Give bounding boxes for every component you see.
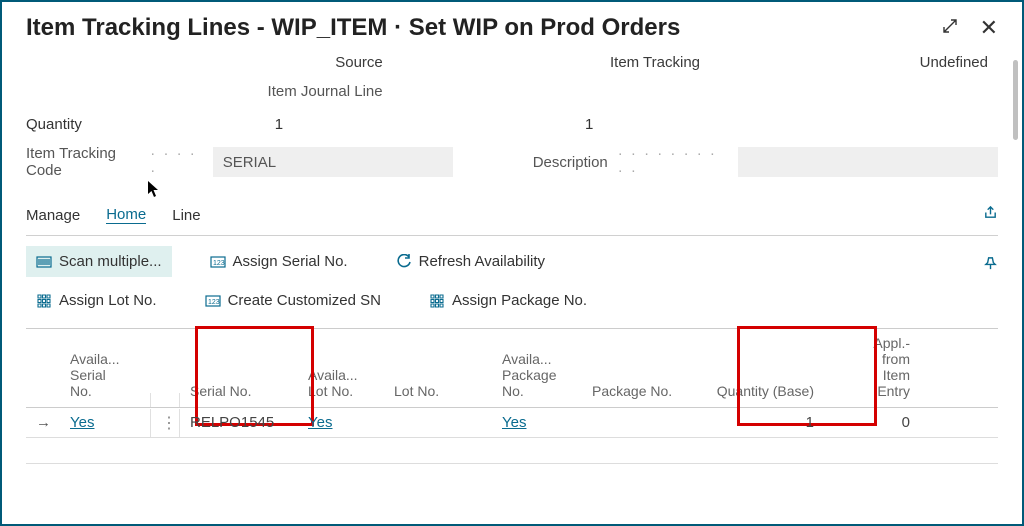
source-quantity: 1 <box>146 116 412 133</box>
refresh-icon <box>396 254 412 270</box>
tab-home[interactable]: Home <box>106 206 146 224</box>
create-customized-sn-label: Create Customized SN <box>228 292 381 309</box>
share-icon[interactable] <box>983 205 998 225</box>
row-menu-icon[interactable]: ⋮ <box>150 409 180 437</box>
page-title: Item Tracking Lines - WIP_ITEM · Set WIP… <box>26 14 680 42</box>
col-header-avail-pkg[interactable]: Availa... Package No. <box>492 345 582 407</box>
col-header-avail-lot[interactable]: Availa... Lot No. <box>298 361 384 407</box>
col-header-quantity-base[interactable]: Quantity (Base) <box>702 377 838 407</box>
assign-package-label: Assign Package No. <box>452 292 587 309</box>
cell-lot-no[interactable] <box>384 419 492 427</box>
scan-multiple-label: Scan multiple... <box>59 253 162 270</box>
cell-quantity-base[interactable]: 1 <box>702 410 838 435</box>
table-row[interactable]: → Yes ⋮ RELPO1545 Yes Yes 1 0 <box>26 408 998 438</box>
avail-pkg-link[interactable]: Yes <box>502 414 526 431</box>
description-field[interactable] <box>738 147 998 177</box>
avail-serial-link[interactable]: Yes <box>70 414 94 431</box>
tab-line[interactable]: Line <box>172 207 200 224</box>
table-row-empty[interactable] <box>26 438 998 464</box>
description-label: Description <box>533 154 608 171</box>
svg-text:123: 123 <box>213 260 225 267</box>
item-tracking-code-label: Item Tracking Code <box>26 145 140 179</box>
col-header-serial-no[interactable]: Serial No. <box>180 377 298 407</box>
cell-appl-from[interactable]: 0 <box>838 410 938 435</box>
scrollbar[interactable] <box>1013 60 1018 140</box>
expand-icon[interactable] <box>942 18 958 39</box>
assign-lot-label: Assign Lot No. <box>59 292 157 309</box>
grid-icon <box>36 293 52 309</box>
refresh-label: Refresh Availability <box>419 253 545 270</box>
col-header-avail-serial[interactable]: Availa... Serial No. <box>60 345 150 407</box>
close-icon[interactable]: ✕ <box>980 15 998 41</box>
pin-icon[interactable] <box>983 256 998 276</box>
assign-package-button[interactable]: Assign Package No. <box>419 285 597 316</box>
dots-decoration: · · · · · · · · · · <box>618 145 728 179</box>
dots-decoration: · · · · · <box>150 145 202 179</box>
grid-icon <box>429 293 445 309</box>
assign-lot-button[interactable]: Assign Lot No. <box>26 285 167 316</box>
item-tracking-code-field[interactable] <box>213 147 453 177</box>
assign-serial-button[interactable]: 123 Assign Serial No. <box>200 246 358 277</box>
tab-manage[interactable]: Manage <box>26 207 80 224</box>
refresh-availability-button[interactable]: Refresh Availability <box>386 246 555 277</box>
journal-line-label: Item Journal Line <box>198 83 542 100</box>
assign-serial-label: Assign Serial No. <box>233 253 348 270</box>
col-header-package-no[interactable]: Package No. <box>582 377 702 407</box>
cell-package-no[interactable] <box>582 419 702 427</box>
col-header-appl-from[interactable]: Appl.-from Item Entry <box>838 329 938 407</box>
cell-serial-no[interactable]: RELPO1545 <box>180 410 298 435</box>
row-selector-arrow-icon[interactable]: → <box>26 410 60 435</box>
scan-multiple-button[interactable]: Scan multiple... <box>26 246 172 277</box>
create-customized-sn-button[interactable]: 123 Create Customized SN <box>195 285 391 316</box>
barcode-icon <box>36 254 52 270</box>
source-header: Source <box>211 54 507 71</box>
svg-text:123: 123 <box>208 299 220 306</box>
tracking-quantity: 1 <box>412 116 767 133</box>
quantity-label: Quantity <box>26 116 146 133</box>
col-header-lot-no[interactable]: Lot No. <box>384 377 492 407</box>
undefined-header: Undefined <box>803 54 998 71</box>
tracking-header: Item Tracking <box>507 54 803 71</box>
custom-serial-icon: 123 <box>205 293 221 309</box>
avail-lot-link[interactable]: Yes <box>308 414 332 431</box>
serial-number-icon: 123 <box>210 254 226 270</box>
